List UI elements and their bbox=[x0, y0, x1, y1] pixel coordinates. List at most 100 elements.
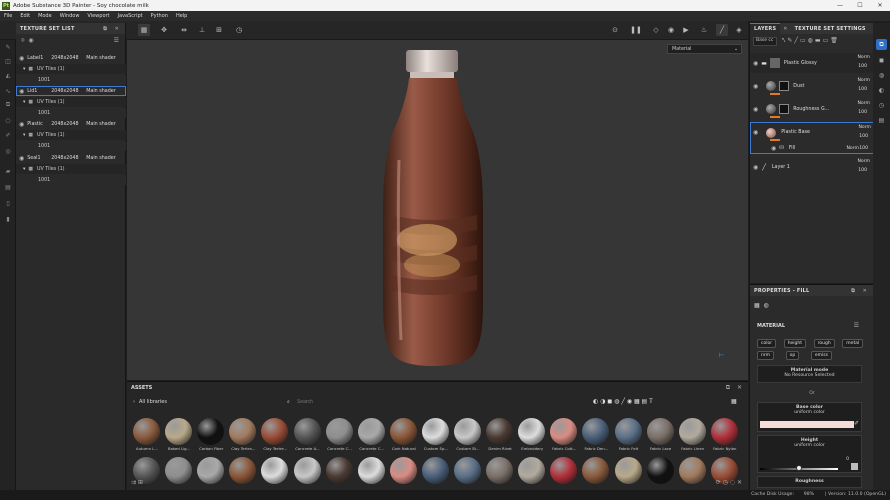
textures-icon[interactable]: ◼ bbox=[876, 55, 887, 66]
library-selector[interactable]: All libraries bbox=[139, 399, 167, 405]
layer-opacity[interactable]: 100 bbox=[859, 134, 868, 139]
transform-icon[interactable]: ✥ bbox=[158, 24, 170, 36]
layer-layer1[interactable]: ◉ ╱ Layer 1 Norm 100 bbox=[750, 157, 874, 177]
history-panel-icon[interactable]: ◷ bbox=[876, 100, 887, 111]
uv-tile-row[interactable]: 1001 bbox=[16, 75, 126, 85]
channel-height-chip[interactable]: height bbox=[783, 339, 807, 348]
3d-viewport[interactable]: Material ⌄ ⊢ bbox=[127, 40, 748, 380]
material-thumbnail[interactable] bbox=[614, 418, 642, 445]
visibility-icon[interactable]: ◉ bbox=[753, 106, 758, 113]
channel-op-chip[interactable]: op bbox=[785, 351, 800, 360]
layer-plastic-base[interactable]: ◉ Plastic Base Norm 100 bbox=[751, 123, 875, 142]
camera-icon[interactable]: ⊙ bbox=[609, 24, 621, 36]
filter-icon[interactable]: ⌾ ◉ bbox=[21, 37, 34, 45]
material-thumbnail[interactable] bbox=[165, 457, 193, 484]
channel-color-chip[interactable]: color bbox=[757, 339, 777, 348]
material-thumbnail[interactable] bbox=[325, 418, 353, 445]
material-thumbnail[interactable] bbox=[518, 457, 546, 484]
material-thumbnail[interactable] bbox=[229, 418, 257, 445]
material-thumbnail[interactable] bbox=[518, 418, 546, 445]
asset-options-icons[interactable]: ⟳ ◷ ◌ ✕ bbox=[716, 479, 742, 486]
material-thumbnail[interactable] bbox=[421, 457, 449, 484]
material-options-icon[interactable]: ☰ bbox=[854, 322, 859, 329]
assets-search-input[interactable] bbox=[297, 396, 417, 407]
material-thumbnail[interactable] bbox=[197, 418, 225, 445]
material-thumbnail[interactable] bbox=[357, 418, 385, 445]
material-thumbnail[interactable] bbox=[389, 457, 417, 484]
layer-opacity[interactable]: 100 bbox=[858, 168, 867, 173]
layers-panel-icon[interactable]: ⧉ bbox=[876, 39, 887, 50]
texture-set-shader[interactable]: Main shader bbox=[86, 56, 115, 61]
blend-mode[interactable]: Norm bbox=[857, 78, 870, 83]
material-thumbnail[interactable] bbox=[646, 457, 674, 484]
popout-icon[interactable]: ⧉ bbox=[726, 384, 730, 392]
visibility-icon[interactable]: ◉ bbox=[771, 145, 776, 152]
grid-view-icon[interactable]: ▦ bbox=[731, 398, 737, 405]
document-icon[interactable]: ▮ bbox=[3, 214, 13, 224]
material-thumbnail[interactable] bbox=[229, 457, 257, 484]
texture-set-shader[interactable]: Main shader bbox=[86, 156, 115, 161]
material-thumbnail[interactable] bbox=[486, 418, 514, 445]
close-window-icon[interactable]: ✕ bbox=[870, 0, 890, 11]
bake-icon[interactable]: ♨ bbox=[698, 24, 710, 36]
blend-mode[interactable]: Norm bbox=[857, 101, 870, 106]
geometry-icon[interactable]: ◎ bbox=[3, 146, 13, 156]
visibility-icon[interactable]: ◉ bbox=[753, 129, 758, 136]
material-thumbnail[interactable] bbox=[454, 457, 481, 484]
display-settings-icon[interactable]: ◍ bbox=[876, 70, 887, 81]
material-thumbnail[interactable] bbox=[550, 418, 578, 445]
uv-tiles-row[interactable]: ▾ ▦ UV Tiles (1) bbox=[16, 97, 126, 107]
color-picker-icon[interactable]: ✐ bbox=[3, 130, 13, 140]
shader-icon[interactable]: ◐ bbox=[876, 85, 887, 96]
visibility-icon[interactable]: ◉ bbox=[19, 155, 24, 162]
delete-tool-icon[interactable]: ▯ bbox=[3, 198, 13, 208]
tab-layers[interactable]: LAYERS bbox=[750, 23, 781, 34]
blend-mode[interactable]: Norm bbox=[858, 125, 871, 130]
minimize-icon[interactable]: — bbox=[830, 0, 850, 11]
smudge-icon[interactable]: ∿ bbox=[3, 86, 13, 96]
layer-roughness-g[interactable]: ◉ Roughness G... Norm 100 bbox=[750, 99, 874, 119]
material-thumbnail[interactable] bbox=[646, 418, 674, 445]
texture-set-lid1[interactable]: ◉ Lid1 2048x2048 Main shader bbox=[16, 86, 126, 96]
import-icon[interactable]: ⇉ ⊞ bbox=[131, 479, 143, 486]
material-thumbnail[interactable] bbox=[486, 457, 514, 484]
filter-materials-icon[interactable]: ◐ ◑ ◼ ◍ ╱ ◉ ▦ ▤ T bbox=[593, 398, 653, 405]
channel-select[interactable]: Base cc bbox=[753, 37, 777, 46]
settings-menu-icon[interactable]: ☰ bbox=[114, 37, 119, 44]
render-icon[interactable]: ◈ bbox=[733, 24, 745, 36]
uv-tile-row[interactable]: 1001 bbox=[16, 108, 126, 118]
log-icon[interactable]: ▤ bbox=[876, 115, 887, 126]
material-thumbnail[interactable] bbox=[325, 457, 353, 484]
material-thumbnail[interactable] bbox=[421, 418, 449, 445]
popout-icon[interactable]: ⧉ bbox=[103, 26, 107, 32]
visibility-icon[interactable]: ◉ bbox=[753, 83, 758, 90]
height-value[interactable]: 0 bbox=[846, 457, 849, 462]
uv-tile-row[interactable]: 1001 bbox=[16, 175, 126, 185]
layer-dust[interactable]: ◉ Dust Norm 100 bbox=[750, 76, 874, 96]
visibility-icon[interactable]: ◉ bbox=[19, 88, 24, 95]
texture-set-shader[interactable]: Main shader bbox=[86, 89, 115, 94]
blend-mode[interactable]: Norm bbox=[857, 55, 870, 60]
grid-icon[interactable]: ▦ bbox=[138, 24, 150, 36]
properties-tabs[interactable]: ▦ ◍ bbox=[754, 302, 769, 309]
menu-viewport[interactable]: Viewport bbox=[87, 13, 109, 19]
tab-texture-set-settings[interactable]: TEXTURE SET SETTINGS bbox=[791, 26, 870, 32]
layer-plastic-glossy[interactable]: ◉ ▬ Plastic Glossy Norm 100 bbox=[750, 53, 874, 73]
texture-set-label1[interactable]: ◉ Label1 2048x2048 Main shader bbox=[16, 53, 126, 63]
material-thumbnail[interactable] bbox=[710, 418, 738, 445]
chevron-right-icon[interactable]: › bbox=[133, 399, 135, 405]
sphere-view-icon[interactable]: ◉ bbox=[665, 24, 677, 36]
layer-opacity[interactable]: 100 bbox=[858, 87, 867, 92]
close-panel-icon[interactable]: ✕ bbox=[863, 288, 867, 294]
menu-file[interactable]: File bbox=[4, 13, 12, 19]
material-thumbnail[interactable] bbox=[197, 457, 225, 484]
projection-icon[interactable]: ◇ bbox=[650, 24, 662, 36]
material-thumbnail[interactable] bbox=[550, 457, 578, 484]
menu-edit[interactable]: Edit bbox=[20, 13, 30, 19]
add-icon[interactable]: ⊞ bbox=[213, 24, 225, 36]
material-thumbnail[interactable] bbox=[678, 457, 706, 484]
material-thumbnail[interactable] bbox=[678, 418, 706, 445]
layers-tool-icon[interactable]: ▤ bbox=[3, 182, 13, 192]
material-thumbnail[interactable] bbox=[261, 418, 289, 445]
projection-tool-icon[interactable]: ◭ bbox=[3, 70, 13, 80]
